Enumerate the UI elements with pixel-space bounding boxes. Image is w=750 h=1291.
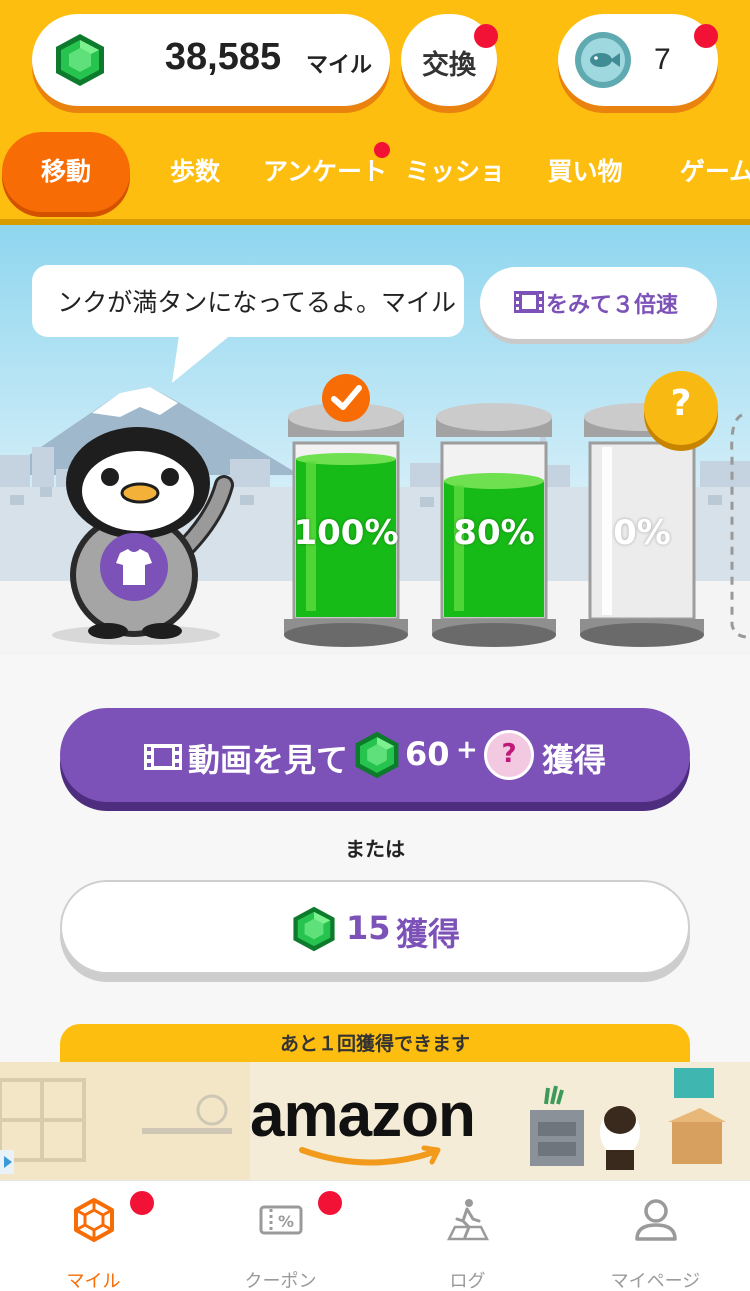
nav-miles-label: マイル (66, 1271, 121, 1291)
speech-text: ンクが満タンになってるよ。マイル (57, 288, 456, 317)
speech-bubble-tail (172, 329, 238, 383)
earn-amount: 15 (346, 909, 391, 947)
penguin-mascot (52, 427, 234, 645)
miles-balance-pill[interactable]: 38,585 マイル (32, 14, 390, 106)
green-gem-icon (355, 731, 399, 779)
coupon-icon: % (259, 1205, 303, 1235)
speed-up-label: をみて３倍速 (546, 293, 679, 318)
coupon-notification-dot (318, 1191, 342, 1215)
tank-1-percent: 100% (293, 513, 399, 553)
nav-miles[interactable]: マイル (0, 1181, 187, 1291)
earn-suffix: 獲得 (396, 915, 461, 953)
nav-log[interactable]: ログ (374, 1181, 561, 1291)
amazon-smile-icon (299, 1145, 441, 1166)
fish-count: 7 (654, 43, 671, 76)
exchange-notification-dot (474, 24, 498, 48)
tank-2-percent: 80% (453, 513, 535, 553)
speed-up-video-button[interactable]: をみて３倍速 (480, 267, 717, 339)
tank-scene: ンクが満タンになってるよ。マイル をみて３倍速 100% 80% 0% ? (0, 225, 750, 655)
tab-steps[interactable]: 歩数 (150, 132, 240, 212)
fish-notification-dot (694, 24, 718, 48)
green-gem-icon (56, 34, 104, 86)
tab-game[interactable]: ゲーム (672, 132, 750, 212)
nav-mypage-label: マイページ (610, 1271, 701, 1291)
film-icon (514, 291, 544, 313)
mystery-badge[interactable]: ? (644, 371, 718, 445)
watch-amount: 60 (405, 735, 450, 773)
nav-mypage[interactable]: マイページ (562, 1181, 749, 1291)
or-label: または (345, 837, 405, 861)
tab-mission[interactable]: ミッション (396, 132, 514, 266)
green-gem-icon (293, 906, 335, 952)
tab-survey[interactable]: アンケート (262, 132, 388, 212)
film-icon (144, 744, 182, 770)
svg-text:%: % (278, 1212, 294, 1231)
tank-3-percent: 0% (613, 513, 671, 553)
question-mark-icon: ? (670, 383, 692, 424)
watch-video-earn-button[interactable]: 動画を見て 60 + ? 獲得 (60, 708, 690, 802)
person-icon (635, 1199, 677, 1241)
fish-coin-icon (575, 32, 631, 88)
watch-suffix: 獲得 (542, 741, 607, 779)
walking-log-icon (446, 1199, 490, 1241)
gem-outline-icon (74, 1198, 114, 1242)
nav-log-label: ログ (449, 1271, 486, 1291)
remaining-count-banner: あと１回獲得できます (60, 1024, 690, 1064)
nav-coupon[interactable]: % クーポン (187, 1181, 374, 1291)
watch-prefix: 動画を見て (188, 741, 349, 779)
speech-bubble: ンクが満タンになってるよ。マイル (32, 265, 464, 337)
fuel-tank-2[interactable] (430, 373, 560, 649)
nav-coupon-label: クーポン (244, 1271, 317, 1291)
ad-brand-wordmark: amazon (250, 1081, 476, 1150)
tab-shopping[interactable]: 買い物 (540, 132, 630, 212)
category-tabs: 移動 歩数 アンケート ミッション 買い物 ゲーム (0, 132, 750, 266)
miles-unit: マイル (306, 53, 373, 78)
bottom-navigation: マイル % クーポン ログ マイページ (0, 1180, 750, 1291)
ad-banner[interactable]: amazon (0, 1062, 750, 1180)
miles-value: 38,585 (164, 36, 282, 78)
exchange-label: 交換 (422, 50, 476, 81)
bonus-capsule-icon: ? (484, 730, 534, 780)
fish-coin-pill[interactable]: 7 (558, 14, 718, 106)
survey-notification-dot (374, 142, 390, 158)
miles-notification-dot (130, 1191, 154, 1215)
check-badge-icon (322, 374, 370, 422)
tab-move[interactable]: 移動 (2, 132, 130, 212)
earn-without-video-button[interactable]: 15 獲得 (60, 880, 690, 974)
top-header: 38,585 マイル 交換 7 移動 歩数 アンケート ミッション 買い物 ゲー… (0, 0, 750, 266)
watch-plus: + (456, 735, 478, 765)
